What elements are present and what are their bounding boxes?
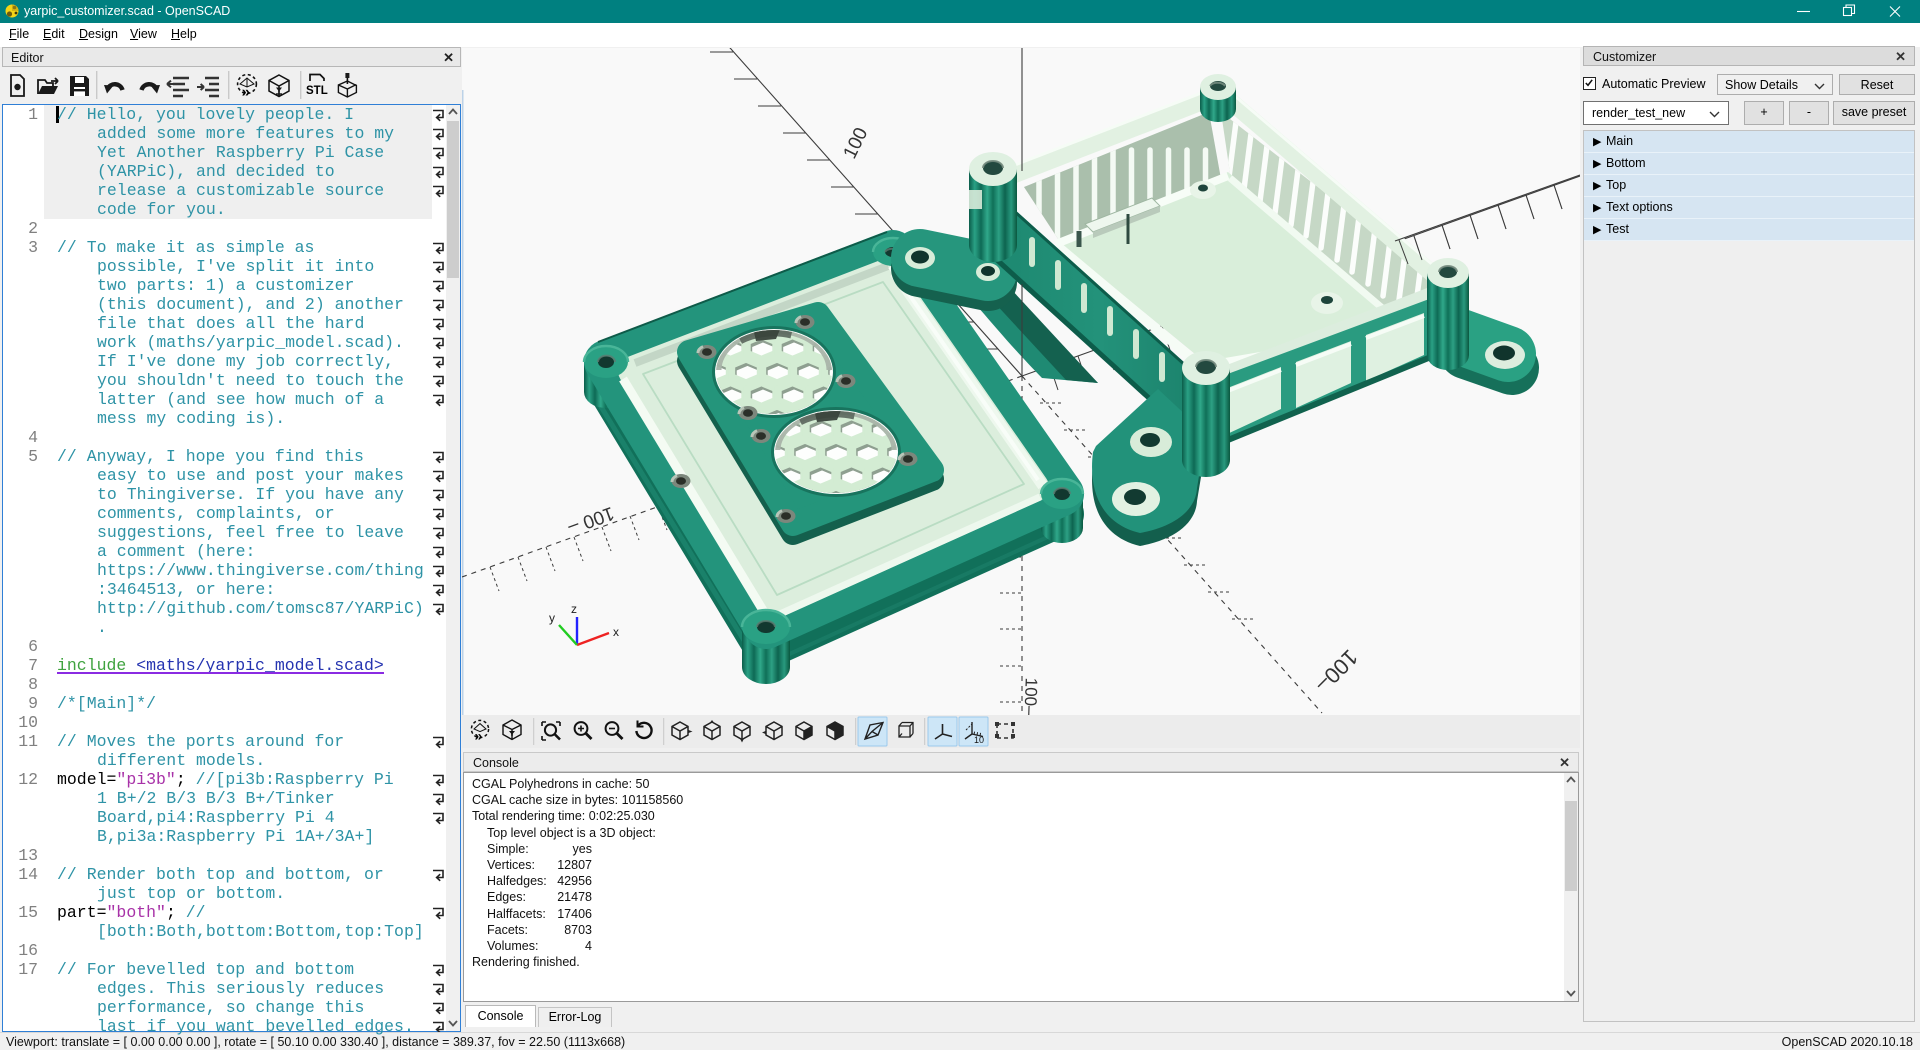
svg-text:10: 10 <box>974 735 984 745</box>
svg-text:y: y <box>549 611 555 625</box>
svg-text:z: z <box>571 602 577 616</box>
svg-text:x: x <box>613 625 619 639</box>
svg-text:100–: 100– <box>1020 677 1040 715</box>
svg-text:»: » <box>475 728 483 744</box>
